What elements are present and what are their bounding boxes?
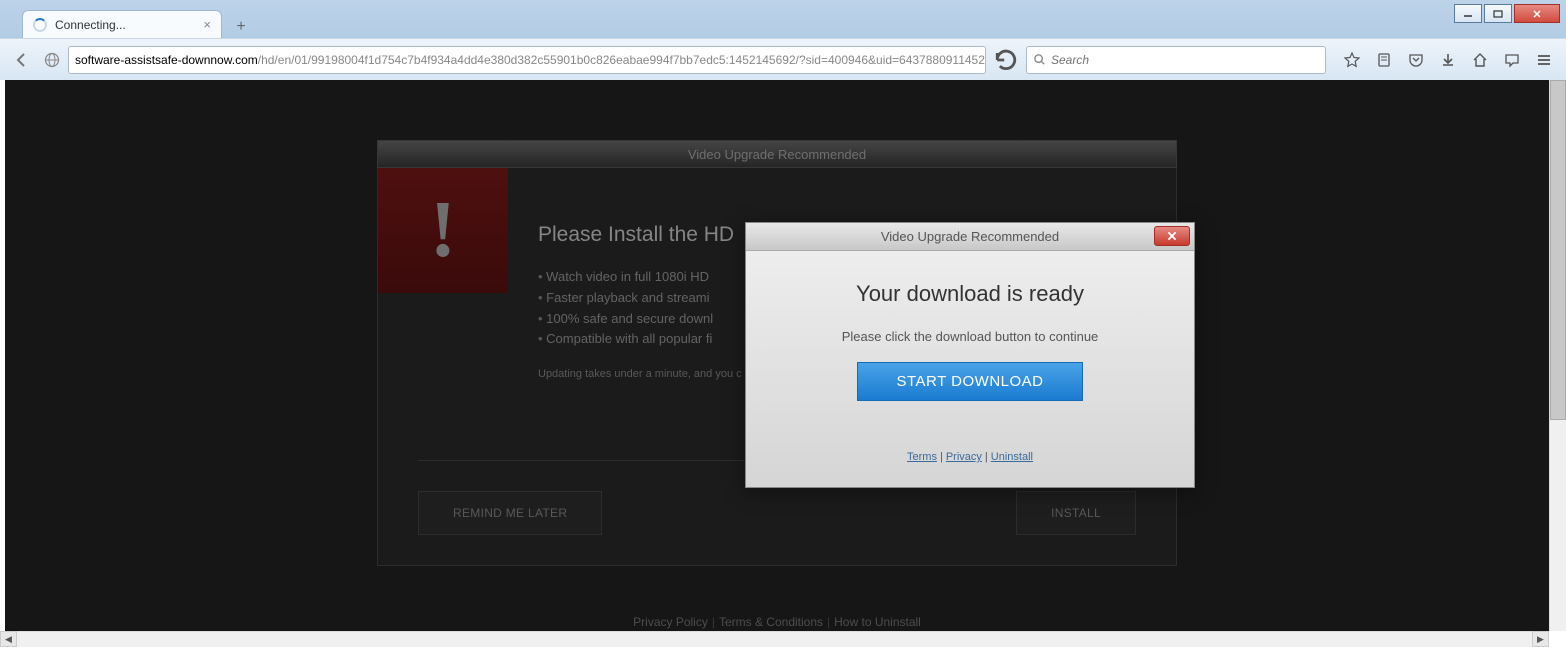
close-window-button[interactable] — [1514, 4, 1560, 23]
window-controls — [1454, 4, 1560, 23]
url-bar[interactable]: software-assistsafe-downnow.com/hd/en/01… — [68, 46, 986, 74]
url-path: /hd/en/01/99198004f1d754c7b4f934a4dd4e38… — [258, 53, 986, 67]
browser-chrome: Connecting... × + software-assistsafe-do… — [0, 0, 1566, 80]
maximize-button[interactable] — [1484, 4, 1512, 23]
loading-spinner-icon — [33, 18, 47, 32]
toolbar-icons — [1338, 46, 1558, 74]
page-content: Video Upgrade Recommended ! Please Insta… — [5, 80, 1549, 631]
popup-heading: Your download is ready — [766, 281, 1174, 307]
popup-privacy-link[interactable]: Privacy — [946, 451, 982, 463]
url-domain: software-assistsafe-downnow.com — [75, 53, 258, 67]
pocket-icon[interactable] — [1402, 46, 1430, 74]
panel-header: Video Upgrade Recommended — [377, 140, 1177, 168]
popup-close-button[interactable] — [1154, 226, 1190, 246]
search-bar[interactable] — [1026, 46, 1326, 74]
warning-box: ! — [378, 168, 508, 293]
popup-uninstall-link[interactable]: Uninstall — [991, 451, 1033, 463]
popup-title-bar: Video Upgrade Recommended — [746, 223, 1194, 251]
new-tab-button[interactable]: + — [228, 16, 254, 38]
viewport: Video Upgrade Recommended ! Please Insta… — [0, 80, 1566, 647]
back-button[interactable] — [8, 46, 36, 74]
popup-terms-link[interactable]: Terms — [907, 451, 937, 463]
nav-bar: software-assistsafe-downnow.com/hd/en/01… — [0, 38, 1566, 80]
scroll-left-arrow[interactable]: ◀ — [0, 631, 17, 647]
download-popup: Video Upgrade Recommended Your download … — [745, 222, 1195, 488]
popup-title: Video Upgrade Recommended — [881, 229, 1059, 244]
bookmark-star-icon[interactable] — [1338, 46, 1366, 74]
close-tab-button[interactable]: × — [203, 17, 211, 32]
footer-terms-link[interactable]: Terms & Conditions — [719, 615, 823, 629]
downloads-icon[interactable] — [1434, 46, 1462, 74]
exclamation-icon: ! — [430, 185, 457, 276]
tab-title: Connecting... — [55, 18, 126, 32]
browser-tab[interactable]: Connecting... × — [22, 10, 222, 38]
minimize-button[interactable] — [1454, 4, 1482, 23]
vertical-scrollbar[interactable] — [1549, 80, 1566, 631]
footer-links: Privacy Policy|Terms & Conditions|How to… — [5, 615, 1549, 629]
scroll-thumb[interactable] — [1550, 80, 1566, 420]
popup-subtext: Please click the download button to cont… — [766, 329, 1174, 344]
start-download-button[interactable]: START DOWNLOAD — [857, 362, 1082, 401]
search-input[interactable] — [1051, 53, 1319, 67]
home-icon[interactable] — [1466, 46, 1494, 74]
horizontal-scrollbar[interactable] — [0, 631, 1549, 647]
popup-links: Terms|Privacy|Uninstall — [766, 451, 1174, 463]
chat-icon[interactable] — [1498, 46, 1526, 74]
menu-icon[interactable] — [1530, 46, 1558, 74]
footer-privacy-link[interactable]: Privacy Policy — [633, 615, 708, 629]
scroll-right-arrow[interactable]: ▶ — [1532, 631, 1549, 647]
site-identity-icon[interactable] — [42, 50, 62, 70]
search-icon — [1033, 53, 1046, 66]
tab-strip: Connecting... × + — [0, 0, 1566, 38]
install-button[interactable]: INSTALL — [1016, 491, 1136, 535]
remind-later-button[interactable]: REMIND ME LATER — [418, 491, 602, 535]
reload-button[interactable] — [992, 46, 1020, 74]
footer-uninstall-link[interactable]: How to Uninstall — [834, 615, 921, 629]
reading-list-icon[interactable] — [1370, 46, 1398, 74]
